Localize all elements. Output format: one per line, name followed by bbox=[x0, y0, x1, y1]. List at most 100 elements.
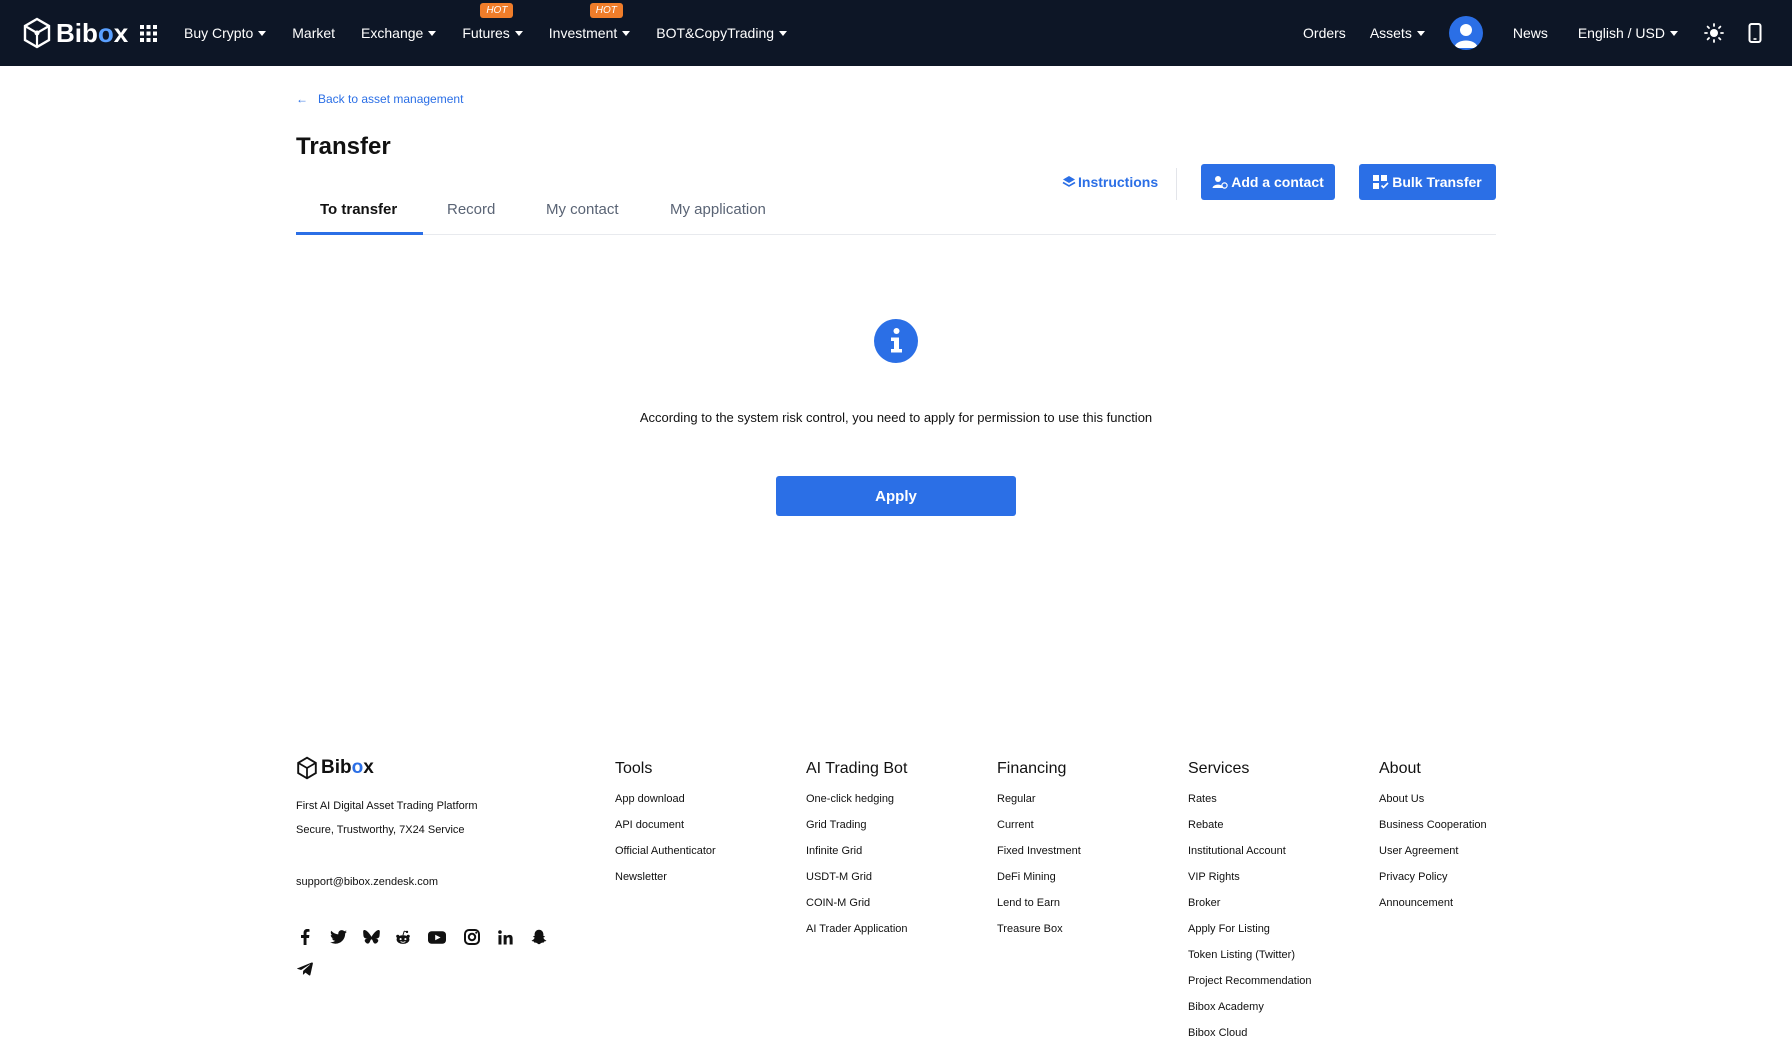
bulk-transfer-button[interactable]: Bulk Transfer bbox=[1359, 164, 1496, 200]
footer-link[interactable]: VIP Rights bbox=[1188, 870, 1312, 896]
bluesky-icon[interactable] bbox=[362, 928, 380, 946]
chevron-down-icon bbox=[1416, 30, 1425, 36]
footer-column-ai-trading-bot: AI Trading Bot One-click hedging Grid Tr… bbox=[806, 760, 908, 948]
nav-label: Investment bbox=[548, 25, 618, 41]
logo-text-end: x bbox=[363, 757, 374, 778]
footer-link[interactable]: One-click hedging bbox=[806, 792, 908, 818]
linkedin-icon[interactable] bbox=[496, 928, 514, 946]
bibox-logo-icon bbox=[23, 17, 51, 49]
user-icon bbox=[1453, 24, 1478, 48]
footer-link[interactable]: User Agreement bbox=[1379, 844, 1487, 870]
footer-link[interactable]: Treasure Box bbox=[997, 922, 1081, 948]
instructions-link[interactable]: Instructions bbox=[1062, 174, 1158, 190]
footer-link[interactable]: API document bbox=[615, 818, 716, 844]
footer-link[interactable]: Fixed Investment bbox=[997, 844, 1081, 870]
nav-label: Orders bbox=[1303, 25, 1346, 41]
chevron-down-icon bbox=[622, 30, 631, 36]
snapchat-icon[interactable] bbox=[530, 928, 548, 946]
nav-buy-crypto[interactable]: Buy Crypto bbox=[184, 25, 267, 41]
active-tab-indicator bbox=[296, 232, 423, 235]
chevron-down-icon bbox=[428, 30, 437, 36]
instagram-icon[interactable] bbox=[463, 928, 481, 946]
nav-orders[interactable]: Orders bbox=[1303, 25, 1346, 41]
nav-investment[interactable]: HOT Investment bbox=[548, 3, 631, 41]
back-link-label: Back to asset management bbox=[318, 92, 464, 106]
footer-link[interactable]: Business Cooperation bbox=[1379, 818, 1487, 844]
footer-link[interactable]: Rebate bbox=[1188, 818, 1312, 844]
apps-grid-icon[interactable] bbox=[140, 25, 157, 47]
footer-link[interactable]: Apply For Listing bbox=[1188, 922, 1312, 948]
footer-link[interactable]: About Us bbox=[1379, 792, 1487, 818]
footer-link[interactable]: Announcement bbox=[1379, 896, 1487, 922]
theme-toggle[interactable] bbox=[1704, 23, 1724, 43]
top-navigation-bar: Bib o x Buy Crypto Market Exchange HOT Fut… bbox=[0, 0, 1792, 66]
footer-link[interactable]: Official Authenticator bbox=[615, 844, 716, 870]
footer-link[interactable]: Current bbox=[997, 818, 1081, 844]
chevron-down-icon bbox=[514, 30, 523, 36]
language-currency-selector[interactable]: English / USD bbox=[1578, 25, 1678, 41]
footer-link[interactable]: Bibox Academy bbox=[1188, 1000, 1312, 1026]
mobile-phone-icon bbox=[1748, 23, 1762, 43]
footer-link[interactable]: Infinite Grid bbox=[806, 844, 908, 870]
apply-button[interactable]: Apply bbox=[776, 476, 1016, 516]
info-icon bbox=[874, 319, 918, 363]
twitter-icon[interactable] bbox=[329, 928, 347, 946]
hot-badge: HOT bbox=[480, 3, 514, 18]
bibox-logo[interactable]: Bib o x bbox=[22, 17, 128, 49]
logo-text-main: Bib bbox=[56, 17, 98, 48]
footer-column-title: About bbox=[1379, 760, 1421, 777]
tab-my-application[interactable]: My application bbox=[670, 201, 766, 218]
facebook-icon[interactable] bbox=[296, 928, 314, 946]
footer-logo[interactable]: Bib o x bbox=[296, 756, 374, 780]
tab-record[interactable]: Record bbox=[447, 201, 495, 218]
chevron-down-icon bbox=[258, 30, 267, 36]
tab-my-contact[interactable]: My contact bbox=[546, 201, 619, 218]
telegram-icon[interactable] bbox=[296, 960, 314, 978]
footer-link[interactable]: Bibox Cloud bbox=[1188, 1026, 1312, 1042]
nav-market[interactable]: Market bbox=[292, 25, 335, 41]
footer-link[interactable]: AI Trader Application bbox=[806, 922, 908, 948]
transfer-tabs: To transfer Record My contact My applica… bbox=[296, 196, 1496, 235]
nav-futures[interactable]: HOT Futures bbox=[462, 3, 523, 41]
add-contact-button[interactable]: Add a contact bbox=[1201, 164, 1335, 200]
footer-column-financing: Financing Regular Current Fixed Investme… bbox=[997, 760, 1081, 948]
user-avatar[interactable] bbox=[1448, 16, 1483, 50]
footer-tagline-1: First AI Digital Asset Trading Platform bbox=[296, 800, 478, 812]
nav-label: News bbox=[1512, 25, 1548, 41]
footer-link[interactable]: Rates bbox=[1188, 792, 1312, 818]
support-email-link[interactable]: support@bibox.zendesk.com bbox=[296, 876, 438, 888]
footer-link[interactable]: Newsletter bbox=[615, 870, 716, 896]
nav-assets[interactable]: Assets bbox=[1370, 25, 1425, 41]
footer-link[interactable]: Privacy Policy bbox=[1379, 870, 1487, 896]
mobile-app-button[interactable] bbox=[1748, 23, 1762, 43]
reddit-icon[interactable] bbox=[394, 928, 412, 946]
footer-link[interactable]: App download bbox=[615, 792, 716, 818]
add-user-icon bbox=[1212, 176, 1228, 189]
footer-link[interactable]: DeFi Mining bbox=[997, 870, 1081, 896]
bulk-grid-icon bbox=[1373, 175, 1389, 189]
main-nav: Buy Crypto Market Exchange HOT Futures H… bbox=[184, 0, 813, 66]
logo-text-end: x bbox=[113, 17, 129, 48]
back-to-asset-management-link[interactable]: ← Back to asset management bbox=[296, 92, 463, 106]
nav-label: Exchange bbox=[361, 25, 424, 41]
footer-link[interactable]: Token Listing (Twitter) bbox=[1188, 948, 1312, 974]
bulk-transfer-label: Bulk Transfer bbox=[1392, 174, 1482, 190]
risk-control-message: According to the system risk control, yo… bbox=[639, 410, 1153, 425]
youtube-icon[interactable] bbox=[428, 928, 446, 946]
footer-link[interactable]: Institutional Account bbox=[1188, 844, 1312, 870]
nav-label: Futures bbox=[462, 25, 510, 41]
nav-bot-copytrading[interactable]: BOT&CopyTrading bbox=[656, 25, 788, 41]
footer-link[interactable]: Grid Trading bbox=[806, 818, 908, 844]
footer-link[interactable]: Project Recommendation bbox=[1188, 974, 1312, 1000]
tab-to-transfer[interactable]: To transfer bbox=[320, 201, 397, 218]
footer: Bib o x First AI Digital Asset Trading Pla… bbox=[0, 740, 1792, 1042]
logo-text-dot: o bbox=[97, 17, 114, 48]
nav-news[interactable]: News bbox=[1513, 25, 1548, 41]
nav-exchange[interactable]: Exchange bbox=[361, 25, 437, 41]
footer-column-title: AI Trading Bot bbox=[806, 760, 908, 777]
footer-link[interactable]: USDT-M Grid bbox=[806, 870, 908, 896]
footer-link[interactable]: Lend to Earn bbox=[997, 896, 1081, 922]
footer-link[interactable]: COIN-M Grid bbox=[806, 896, 908, 922]
footer-link[interactable]: Broker bbox=[1188, 896, 1312, 922]
footer-link[interactable]: Regular bbox=[997, 792, 1081, 818]
